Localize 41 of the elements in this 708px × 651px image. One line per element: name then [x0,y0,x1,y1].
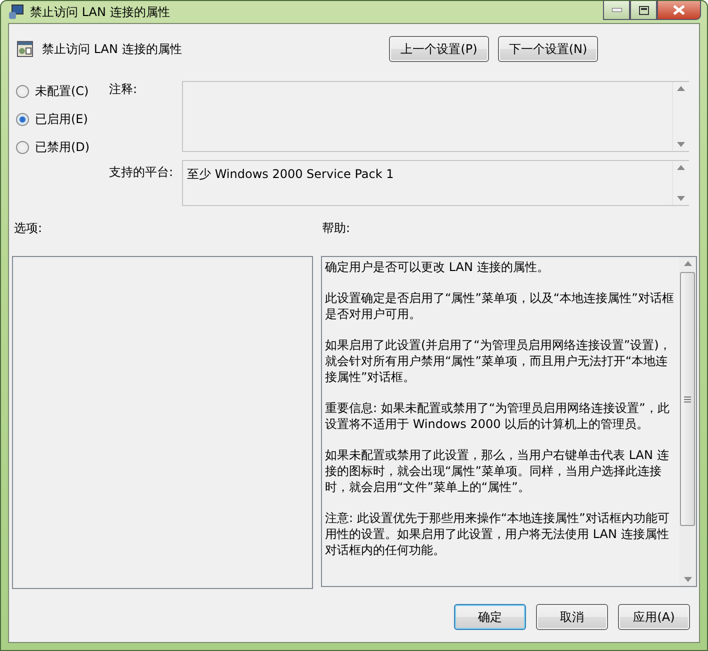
scroll-down-icon[interactable] [677,196,685,201]
scrollbar[interactable] [679,257,696,586]
network-computer-icon [8,4,24,20]
help-paragraph: 如果启用了此设置(并启用了“为管理员启用网络连接设置”设置)，就会针对所有用户禁用“属性”菜单项，而且用户无法打开“本地连接属性”对话框。 [325,337,672,385]
radio-button[interactable] [16,141,29,154]
minimize-icon [612,8,622,12]
help-paragraph: 注意: 此设置优先于那些用来操作“本地连接属性”对话框内功能可用性的设置。如果启用了此设置，用户将无法使用 LAN 连接属性对话框内的任何功能。 [325,510,670,558]
platform-label: 支持的平台: [109,164,174,181]
scroll-up-icon[interactable] [677,86,685,91]
close-button[interactable] [657,1,701,20]
help-paragraph: 重要信息: 如果未配置或禁用了“为管理员启用网络连接设置”，此设置将不适用于 Windows 2000 以后的计算机上的管理员。 [325,400,670,432]
help-paragraph: 确定用户是否可以更改 LAN 连接的属性。 [325,259,550,275]
maximize-button[interactable] [630,1,657,20]
dialog-button[interactable]: 取消 [536,604,608,630]
radio-label[interactable]: 已禁用(D) [35,139,90,156]
radio-label[interactable]: 未配置(C) [35,83,89,100]
policy-setting-icon [17,41,33,57]
previous-setting-button[interactable]: 上一个设置(P) [389,36,489,62]
next-setting-button[interactable]: 下一个设置(N) [498,36,598,62]
comment-label: 注释: [109,81,138,98]
comment-field[interactable] [182,81,689,152]
maximize-icon [638,6,648,14]
radio-button[interactable] [16,113,29,126]
radio-button[interactable] [16,85,29,98]
options-label: 选项: [14,220,44,237]
scroll-thumb[interactable] [680,272,695,526]
radio-label[interactable]: 已启用(E) [35,111,88,128]
close-icon [673,5,685,15]
scroll-down-icon[interactable] [677,142,685,147]
window-title: 禁止访问 LAN 连接的属性 [30,4,170,20]
platform-text: 至少 Windows 2000 Service Pack 1 [186,166,395,183]
dialog-button[interactable]: 确定 [454,604,526,630]
minimize-button[interactable] [603,1,630,20]
help-paragraph: 此设置确定是否启用了“属性”菜单项，以及“本地连接属性”对话框是否对用户可用。 [325,290,675,322]
scroll-up-icon[interactable] [677,165,685,170]
scroll-up-icon[interactable] [684,261,692,266]
help-label: 帮助: [322,220,352,237]
help-paragraph: 如果未配置或禁用了此设置，那么，当用户右键单击代表 LAN 连接的图标时，就会出现“属性”菜单项。同样，当用户选择此连接时，就会启用“文件”菜单上的“属性”。 [325,447,670,495]
dialog-button[interactable]: 应用(A) [618,604,690,630]
scroll-down-icon[interactable] [684,577,692,582]
setting-title: 禁止访问 LAN 连接的属性 [42,40,182,58]
